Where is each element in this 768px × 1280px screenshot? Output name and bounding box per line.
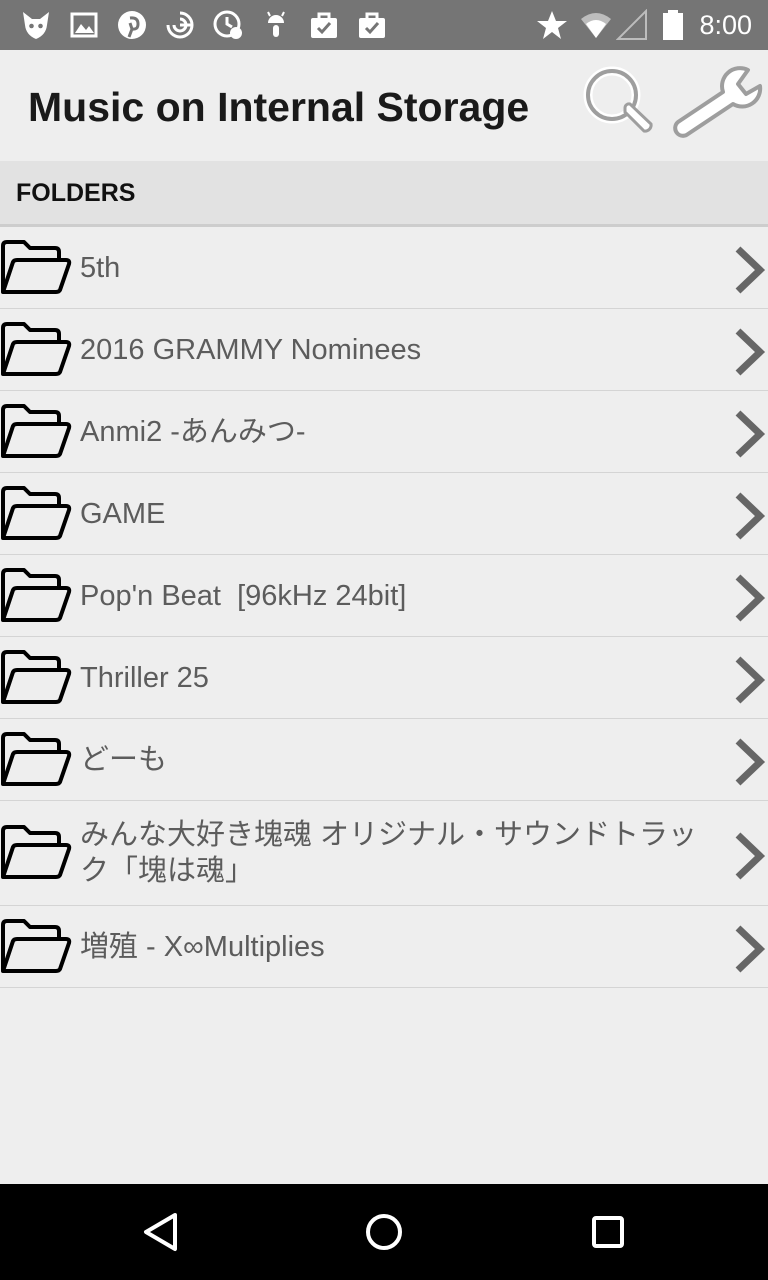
folder-icon (1, 919, 72, 973)
chevron-right-icon (735, 656, 766, 704)
chevron-right-icon (735, 492, 766, 540)
list-item[interactable]: みんな大好き塊魂 オリジナル・サウンドトラック「塊は魂」 (0, 801, 768, 906)
home-icon[interactable] (354, 1202, 414, 1262)
section-title: FOLDERS (16, 179, 136, 207)
navigation-bar (0, 1184, 768, 1280)
pinterest-icon (118, 11, 146, 39)
status-bar: 8:00 (0, 0, 768, 50)
folder-icon (1, 404, 72, 458)
wrench-icon[interactable] (668, 62, 768, 144)
fox-icon (23, 12, 49, 39)
back-icon[interactable] (130, 1202, 190, 1262)
section-header: FOLDERS (0, 161, 768, 227)
folder-name: Thriller 25 (80, 661, 209, 694)
folder-icon (1, 732, 72, 786)
folder-name: みんな大好き塊魂 オリジナル・サウンドトラック「塊は魂」 (80, 819, 698, 887)
chevron-right-icon (735, 574, 766, 622)
folder-name: 5th (80, 251, 121, 284)
page-title: Music on Internal Storage (28, 84, 530, 130)
signal-icon (616, 9, 647, 40)
shopping-bag-icon (359, 12, 385, 38)
folder-name: GAME (80, 497, 166, 530)
folder-icon (1, 322, 72, 376)
recents-icon[interactable] (578, 1202, 638, 1262)
shopping-bag-icon (311, 12, 337, 38)
folder-name: どーも (80, 743, 168, 776)
chevron-right-icon (735, 328, 766, 376)
battery-icon (663, 10, 683, 40)
clock-info-icon (213, 10, 242, 39)
list-item[interactable]: Pop'n Beat [96kHz 24bit] (0, 555, 768, 637)
folder-name: Anmi2 -あんみつ- (80, 415, 306, 448)
folder-name: 増殖 - X∞Multiplies (80, 930, 325, 963)
folder-icon (1, 568, 72, 622)
folder-name: 2016 GRAMMY Nominees (80, 333, 422, 366)
folder-name: Pop'n Beat [96kHz 24bit] (80, 579, 407, 612)
app-bar: Music on Internal Storage (0, 50, 768, 161)
folder-list: 5th 2016 GRAMMY Nominees Anmi2 -あんみつ- GA… (0, 227, 768, 988)
wifi-icon (581, 13, 611, 38)
chevron-right-icon (735, 832, 766, 880)
chevron-right-icon (735, 246, 766, 294)
folder-icon (1, 240, 72, 294)
list-item[interactable]: 5th (0, 227, 768, 309)
search-icon[interactable] (578, 62, 660, 144)
list-item[interactable]: どーも (0, 719, 768, 801)
chevron-right-icon (735, 410, 766, 458)
list-item[interactable]: Anmi2 -あんみつ- (0, 391, 768, 473)
list-item[interactable]: 2016 GRAMMY Nominees (0, 309, 768, 391)
star-icon (537, 11, 567, 39)
folder-icon (1, 486, 72, 540)
folder-icon (1, 650, 72, 704)
list-item[interactable]: Thriller 25 (0, 637, 768, 719)
image-icon (70, 12, 98, 38)
swirl-icon (166, 11, 194, 39)
folder-icon (1, 825, 72, 879)
status-time: 8:00 (699, 10, 752, 40)
list-item[interactable]: 増殖 - X∞Multiplies (0, 906, 768, 988)
list-item[interactable]: GAME (0, 473, 768, 555)
chevron-right-icon (735, 925, 766, 973)
android-icon (267, 11, 285, 37)
chevron-right-icon (735, 738, 766, 786)
